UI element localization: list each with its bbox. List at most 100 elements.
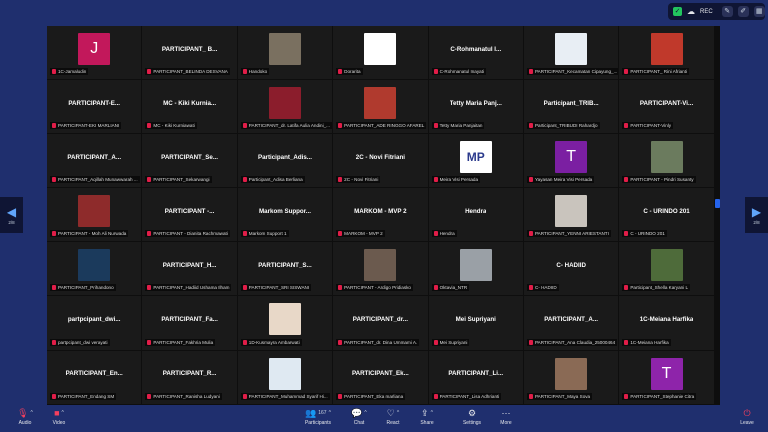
microphone-muted-icon: [624, 177, 629, 183]
participant-tile[interactable]: Markom Suppor... Markom Support 1: [237, 188, 334, 243]
participant-tile[interactable]: Hendra Hendra: [428, 188, 524, 243]
participant-tile[interactable]: partpcipant_dwi... partpcipant_dwi veraya…: [47, 296, 143, 351]
participant-tile[interactable]: 1C-Meiana Harfika 1C-Meiana Harfika: [619, 296, 715, 351]
participant-tile[interactable]: PARTICIPANT_ Rini Afrianti: [619, 26, 715, 81]
participant-tile[interactable]: C - URINDO 201 C - URINDO 201: [619, 188, 715, 243]
participant-tile[interactable]: PARTICIPANT_Ek... PARTICIPANT_Eka marlian…: [333, 350, 429, 405]
participant-display-name: Mei Supriyani: [455, 315, 496, 323]
participant-tile[interactable]: Dorarita: [333, 26, 429, 81]
tile-content: Tetty Maria Panj...: [429, 86, 523, 120]
participant-tile[interactable]: MP Meira Visi Persada: [428, 134, 524, 189]
participant-tile[interactable]: PARTICIPANT_Li... PARTICIPANT_Lisa Adhria…: [428, 350, 524, 405]
chat-button[interactable]: 💬 ^ Chat: [342, 407, 376, 426]
participant-tile[interactable]: PARTICIPANT - Pindri Susanty: [619, 134, 715, 189]
microphone-muted-icon: [52, 285, 56, 291]
participant-tile[interactable]: PARTICIPANT -... PARTICIPANT - Dianita Ra…: [142, 188, 238, 243]
participant-tile[interactable]: J 1C-Jamaludin: [47, 26, 143, 81]
participant-tile[interactable]: PARTICIPANT - Moh Ali Nurwada: [47, 188, 143, 243]
participant-tile[interactable]: PARTICIPANT-Vi... PARTICIPANT-Vinly: [619, 80, 715, 135]
participant-name: PARTICIPANT - Ardigo Pridiasko: [344, 285, 411, 291]
participant-tile[interactable]: PARTICIPANT_dr... PARTICIPANT_dr. Dina Um…: [333, 296, 429, 351]
participant-tile[interactable]: Mei Supriyani Mei Supriyani: [428, 296, 524, 351]
next-page-button[interactable]: ▶ 2/8: [745, 197, 768, 233]
participant-tile[interactable]: PARTICIPANT_Muhammad Syarif Hi...: [237, 350, 334, 405]
participant-tile[interactable]: T Yayasan Meira Visi Persada: [523, 134, 620, 189]
chevron-up-icon[interactable]: ^: [364, 407, 366, 420]
participant-tile[interactable]: MARKOM - MVP 2 MARKOM - MVP 2: [333, 188, 429, 243]
chevron-up-icon[interactable]: ^: [31, 407, 33, 420]
leave-button[interactable]: ⏻ Leave: [730, 407, 764, 426]
participant-tile[interactable]: PARTICIPANT_Maya Sova: [523, 350, 620, 405]
chevron-up-icon[interactable]: ^: [329, 407, 331, 420]
participant-name: C - URINDO 201: [630, 231, 665, 237]
participant-tile[interactable]: PARTICIPANT_YENNI ARIESTANTI: [523, 188, 620, 243]
participant-photo: [555, 357, 588, 390]
participant-tile[interactable]: T PARTICIPANT_Stephanie Citra: [619, 350, 715, 405]
tile-content: PARTICIPANT_H...: [142, 248, 236, 282]
participant-tile[interactable]: PARTICIPANT_S... PARTICIPANT_SRI SISWANI: [237, 242, 334, 297]
microphone-muted-icon: [147, 393, 152, 399]
participant-tile[interactable]: PARTICIPANT_dr. Latifa Aulia Andini_...: [237, 80, 334, 135]
audio-button[interactable]: 🎙 ^ Audio: [8, 407, 42, 426]
participant-tile[interactable]: Participant_Shella Karyani L: [619, 242, 715, 297]
microphone-muted-icon: [52, 393, 56, 399]
participant-tile[interactable]: PARTICIPANT - Ardigo Pridiasko: [333, 242, 429, 297]
participant-name-label: 1D-Kusmayra Ambarwati: [240, 338, 302, 346]
participant-tile[interactable]: 2C - Novi Fitriani 2C - Novi Fitriani: [333, 134, 429, 189]
participant-tile[interactable]: PARTICIPANT-E... PARTICIPANT-EKI MARLIANI: [47, 80, 143, 135]
chevron-up-icon[interactable]: ^: [397, 407, 399, 420]
participant-tile[interactable]: 1D-Kusmayra Ambarwati: [237, 296, 334, 351]
previous-page-button[interactable]: ◀ 2/8: [0, 197, 23, 233]
microphone-muted-icon: [433, 285, 438, 291]
participant-name: 2C - Novi Fitriani: [344, 177, 379, 183]
participant-display-name: MARKOM - MVP 2: [354, 207, 407, 215]
participant-tile[interactable]: C- HADIID C- HADIID: [523, 242, 620, 297]
grid-icon[interactable]: ▦: [753, 6, 765, 17]
participant-name: PARTICIPANT_Fakhria Mulia: [153, 339, 214, 345]
shield-icon[interactable]: ✓: [673, 7, 682, 16]
microphone-muted-icon: [528, 231, 533, 237]
scrollbar-thumb[interactable]: [715, 199, 720, 208]
react-button[interactable]: ♡ ^ React: [376, 407, 410, 426]
participant-name: PARTICIPANT_Endang SM: [58, 393, 115, 399]
participant-tile[interactable]: PARTICIPANT_Se... PARTICIPANT_Sekarwangi: [142, 134, 238, 189]
tile-content: [238, 32, 332, 66]
chevron-up-icon[interactable]: ^: [62, 407, 64, 420]
avatar: [78, 249, 111, 282]
participant-tile[interactable]: PARTICIPANT_A... PARTICIPANT_Ana Claudia_…: [523, 296, 620, 351]
annotate-icon[interactable]: ✐: [737, 6, 749, 17]
tile-content: PARTICIPANT_ B...: [142, 32, 236, 66]
participant-tile[interactable]: Oktavia_NTR: [428, 242, 524, 297]
participant-tile[interactable]: PARTICIPANT_R... PARTICIPANT_Ranisha Ludy…: [142, 350, 238, 405]
participant-tile[interactable]: Tetty Maria Panj... Tetty Maria Panjaitan: [428, 80, 524, 135]
video-button[interactable]: ■ ^ Video: [42, 407, 76, 426]
participant-tile[interactable]: PARTICIPANT_H... PARTICIPANT_Hadiid Usham…: [142, 242, 238, 297]
microphone-muted-icon: [338, 123, 343, 129]
pencil-icon[interactable]: ✎: [721, 6, 733, 17]
participant-tile[interactable]: Participant_TRIB... Participant_TRIBUDI R…: [523, 80, 620, 135]
participant-tile[interactable]: PARTICIPANT_ADE RINGGO AFAREL: [333, 80, 429, 135]
participant-tile[interactable]: PARTICIPANT_En... PARTICIPANT_Endang SM: [47, 350, 143, 405]
participant-tile[interactable]: PARTICIPANT_Kecamatan Cipayung_...: [523, 26, 620, 81]
participant-tile[interactable]: C-Rohmanatul I... C-Rohmanatul Inayati: [428, 26, 524, 81]
participant-photo: [364, 33, 397, 65]
participant-tile[interactable]: PARTICIPANT_Prihandono: [47, 242, 143, 297]
participant-tile[interactable]: Handoko: [237, 26, 334, 81]
participants-button[interactable]: 👥 167 ^ Participants: [298, 407, 338, 426]
more-button[interactable]: ⋯ More: [489, 407, 523, 426]
participant-tile[interactable]: PARTICIPANT_A... PARTICIPANT_Aqillah Muna…: [47, 134, 143, 189]
participant-tile[interactable]: PARTICIPANT_ B... PARTICIPANT_BELINDA DES…: [142, 26, 238, 81]
participant-tile[interactable]: Participant_Adis... Participant_Adisa Ber…: [237, 134, 334, 189]
participant-name: PARTICIPANT - Moh Ali Nurwada: [58, 231, 127, 237]
share-button[interactable]: ⇪ ^ Share: [410, 407, 444, 426]
participant-tile[interactable]: PARTICIPANT_Fa... PARTICIPANT_Fakhria Mul…: [142, 296, 238, 351]
participant-photo: [650, 141, 683, 174]
participant-name-label: partpcipant_dwi verayati: [50, 338, 110, 346]
more-label: More: [500, 420, 512, 426]
gallery-scrollbar[interactable]: [715, 26, 720, 405]
tile-content: [619, 140, 713, 174]
participant-tile[interactable]: MC - Kiki Kurnia... MC - Kiki Kurniawati: [142, 80, 238, 135]
chevron-up-icon[interactable]: ^: [431, 407, 433, 420]
settings-button[interactable]: ⚙ Settings: [455, 407, 489, 426]
participant-display-name: Hendra: [465, 207, 487, 215]
